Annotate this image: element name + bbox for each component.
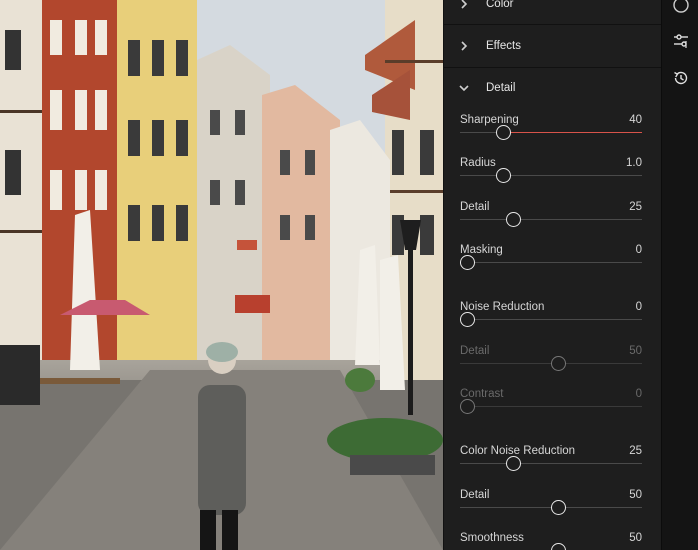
slider-label: Sharpening bbox=[460, 114, 519, 126]
slider-knob bbox=[551, 356, 566, 371]
slider-value: 0 bbox=[635, 388, 642, 400]
slider-knob[interactable] bbox=[551, 500, 566, 515]
chevron-right-icon bbox=[458, 40, 470, 52]
noise-detail-slider: Detail 50 bbox=[460, 345, 642, 389]
chevron-down-icon bbox=[458, 82, 470, 94]
slider-label: Noise Reduction bbox=[460, 301, 545, 313]
slider-knob[interactable] bbox=[496, 168, 512, 183]
color-detail-slider[interactable]: Detail 50 bbox=[460, 489, 642, 533]
slider-knob[interactable] bbox=[460, 255, 475, 270]
slider-value[interactable]: 25 bbox=[629, 445, 642, 457]
slider-knob[interactable] bbox=[505, 456, 521, 471]
slider-track bbox=[460, 406, 642, 407]
masking-slider[interactable]: Masking 0 bbox=[460, 244, 642, 288]
slider-value[interactable]: 0 bbox=[636, 244, 642, 256]
slider-track[interactable] bbox=[460, 219, 642, 220]
slider-value[interactable]: 50 bbox=[629, 489, 642, 501]
slider-label: Color Noise Reduction bbox=[460, 445, 576, 457]
radius-slider[interactable]: Radius 1.0 bbox=[460, 157, 642, 201]
photo-canvas bbox=[0, 0, 443, 550]
slider-knob bbox=[460, 399, 475, 414]
smoothness-slider[interactable]: Smoothness 50 bbox=[460, 532, 642, 550]
slider-track[interactable] bbox=[460, 262, 642, 263]
history-icon[interactable] bbox=[671, 68, 691, 88]
slider-value[interactable]: 1.0 bbox=[626, 157, 642, 169]
slider-knob[interactable] bbox=[460, 312, 475, 327]
detail-slider[interactable]: Detail 25 bbox=[460, 201, 642, 245]
noise-contrast-slider: Contrast 0 bbox=[460, 388, 642, 432]
slider-knob[interactable] bbox=[551, 543, 566, 550]
sharpening-slider[interactable]: Sharpening 40 bbox=[460, 114, 642, 158]
edit-panel: Color Effects Detail Sharpening 40 Radiu… bbox=[443, 0, 662, 550]
slider-label: Detail bbox=[460, 345, 490, 357]
slider-fill bbox=[503, 132, 642, 133]
slider-value[interactable]: 50 bbox=[629, 532, 642, 544]
section-effects-header[interactable]: Effects bbox=[444, 28, 662, 64]
tool-rail bbox=[661, 0, 698, 550]
divider bbox=[444, 24, 662, 25]
section-detail-header[interactable]: Detail bbox=[444, 70, 662, 106]
section-color-label: Color bbox=[486, 0, 514, 10]
slider-value[interactable]: 25 bbox=[629, 201, 642, 213]
slider-track[interactable] bbox=[460, 319, 642, 320]
street-photo bbox=[0, 0, 443, 550]
slider-track[interactable] bbox=[460, 463, 642, 464]
adjust-sliders-icon[interactable] bbox=[671, 31, 691, 51]
divider bbox=[444, 67, 662, 68]
slider-label: Detail bbox=[460, 201, 490, 213]
slider-track[interactable] bbox=[460, 175, 642, 176]
section-effects-label: Effects bbox=[486, 40, 521, 52]
slider-label: Detail bbox=[460, 489, 490, 501]
slider-label: Smoothness bbox=[460, 532, 524, 544]
slider-value: 50 bbox=[629, 345, 642, 357]
slider-label: Radius bbox=[460, 157, 496, 169]
chevron-right-icon bbox=[458, 0, 470, 10]
slider-value[interactable]: 40 bbox=[629, 114, 642, 126]
section-detail-label: Detail bbox=[486, 82, 516, 94]
slider-knob[interactable] bbox=[505, 212, 521, 227]
slider-value[interactable]: 0 bbox=[636, 301, 642, 313]
slider-knob[interactable] bbox=[496, 125, 512, 140]
noise-reduction-slider[interactable]: Noise Reduction 0 bbox=[460, 301, 642, 345]
section-color-header[interactable]: Color bbox=[444, 0, 662, 22]
circle-icon[interactable] bbox=[671, 0, 691, 15]
color-noise-reduction-slider[interactable]: Color Noise Reduction 25 bbox=[460, 445, 642, 489]
